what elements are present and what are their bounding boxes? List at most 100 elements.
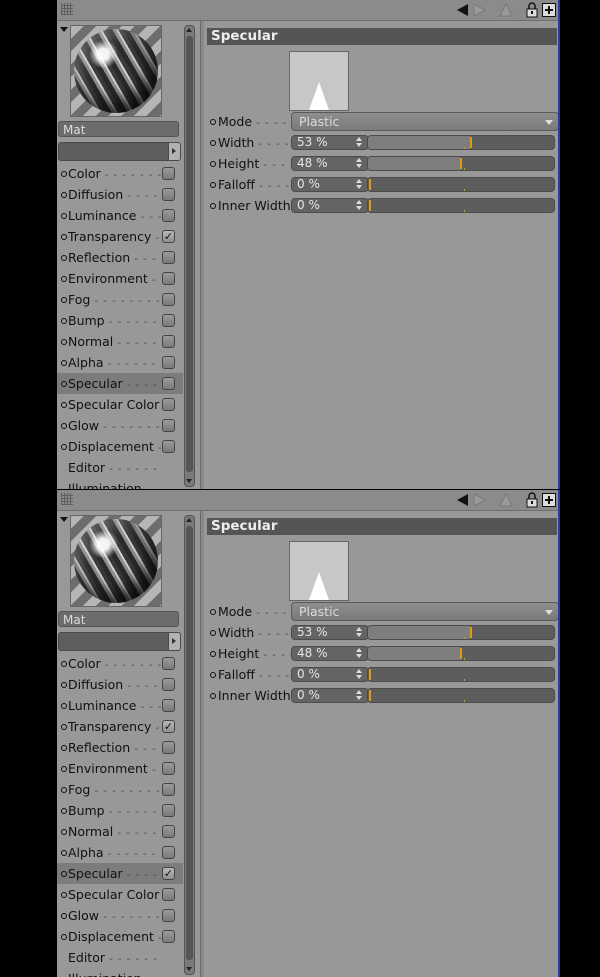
channel-checkbox[interactable] [162, 440, 175, 453]
channel-item-displacement[interactable]: Displacement - - - - - - - - - - - - - [57, 926, 183, 947]
param-slider[interactable] [367, 156, 555, 171]
channel-item-normal[interactable]: Normal - - - - - - - - - - - - - [57, 821, 183, 842]
channel-item-displacement[interactable]: Displacement - - - - - - - - - - - - - [57, 436, 183, 457]
param-slider[interactable] [367, 625, 555, 640]
param-slider[interactable] [367, 646, 555, 661]
scroll-thumb[interactable] [186, 36, 193, 472]
channel-item-diffusion[interactable]: Diffusion - - - - - - - - - - - - - [57, 674, 183, 695]
channel-checkbox[interactable] [162, 314, 175, 327]
param-slider[interactable] [367, 688, 555, 703]
channel-checkbox[interactable] [162, 167, 175, 180]
value-field[interactable]: 0 % [291, 667, 369, 682]
channel-item-specular-color[interactable]: Specular Color - - - - - - - - - - - - - [57, 394, 183, 415]
channel-checkbox[interactable] [162, 846, 175, 859]
material-preview[interactable] [70, 25, 162, 117]
channel-checkbox[interactable] [162, 930, 175, 943]
slider-marker[interactable] [460, 648, 462, 659]
channel-checkbox[interactable] [162, 293, 175, 306]
sidebar-scrollbar[interactable] [184, 515, 195, 975]
param-slider[interactable] [367, 135, 555, 150]
material-preview[interactable] [70, 515, 162, 607]
channel-item-transparency[interactable]: Transparency - - - - - - - - - - - - -✓ [57, 226, 183, 247]
channel-item-color[interactable]: Color - - - - - - - - - - - - - [57, 653, 183, 674]
channel-item-alpha[interactable]: Alpha - - - - - - - - - - - - - [57, 842, 183, 863]
material-dropdown[interactable] [58, 142, 170, 161]
channel-item-specular[interactable]: Specular - - - - - - - - - - - - - [57, 373, 183, 394]
channel-checkbox[interactable] [162, 825, 175, 838]
back-arrow-icon[interactable] [455, 2, 471, 18]
grip-icon[interactable] [61, 3, 73, 15]
scroll-up-icon[interactable] [186, 518, 192, 522]
mode-dropdown[interactable]: Plastic [291, 602, 559, 621]
stepper-arrows-icon[interactable] [356, 669, 362, 680]
channel-checkbox[interactable] [162, 188, 175, 201]
new-panel-icon[interactable] [541, 492, 557, 508]
channel-checkbox[interactable] [162, 762, 175, 775]
stepper-arrows-icon[interactable] [356, 648, 362, 659]
channel-item-reflection[interactable]: Reflection - - - - - - - - - - - - - [57, 247, 183, 268]
back-arrow-icon[interactable] [455, 492, 471, 508]
up-arrow-icon[interactable] [498, 492, 514, 508]
scroll-up-icon[interactable] [186, 28, 192, 32]
channel-checkbox[interactable] [162, 804, 175, 817]
channel-item-fog[interactable]: Fog - - - - - - - - - - - - - [57, 779, 183, 800]
slider-marker[interactable] [470, 137, 472, 148]
channel-item-transparency[interactable]: Transparency - - - - - - - - - - - - -✓ [57, 716, 183, 737]
value-field[interactable]: 0 % [291, 177, 369, 192]
channel-checkbox[interactable] [162, 888, 175, 901]
channel-item-illumination[interactable]: Illumination - - - - - - - - - - - - - [57, 968, 183, 977]
channel-checkbox[interactable] [162, 209, 175, 222]
up-arrow-icon[interactable] [498, 2, 514, 18]
channel-checkbox[interactable] [162, 741, 175, 754]
stepper-arrows-icon[interactable] [356, 158, 362, 169]
channel-item-specular[interactable]: Specular - - - - - - - - - - - - -✓ [57, 863, 183, 884]
value-field[interactable]: 48 % [291, 646, 369, 661]
channel-checkbox[interactable] [162, 657, 175, 670]
channel-item-luminance[interactable]: Luminance - - - - - - - - - - - - - [57, 205, 183, 226]
slider-marker[interactable] [460, 158, 462, 169]
channel-checkbox[interactable] [162, 909, 175, 922]
channel-checkbox[interactable] [162, 678, 175, 691]
channel-item-environment[interactable]: Environment - - - - - - - - - - - - - [57, 758, 183, 779]
channel-item-alpha[interactable]: Alpha - - - - - - - - - - - - - [57, 352, 183, 373]
material-dropdown-arrow-icon[interactable] [168, 142, 181, 161]
channel-item-glow[interactable]: Glow - - - - - - - - - - - - - [57, 905, 183, 926]
lock-icon[interactable] [524, 492, 540, 508]
material-dropdown-arrow-icon[interactable] [168, 632, 181, 651]
channel-checkbox[interactable]: ✓ [162, 867, 175, 880]
channel-item-color[interactable]: Color - - - - - - - - - - - - - [57, 163, 183, 184]
material-name-field[interactable]: Mat [58, 121, 179, 137]
pane-divider[interactable] [200, 511, 204, 977]
stepper-arrows-icon[interactable] [356, 137, 362, 148]
chevron-down-icon[interactable] [60, 27, 68, 32]
channel-item-luminance[interactable]: Luminance - - - - - - - - - - - - - [57, 695, 183, 716]
param-slider[interactable] [367, 198, 555, 213]
channel-item-bump[interactable]: Bump - - - - - - - - - - - - - [57, 800, 183, 821]
value-field[interactable]: 0 % [291, 198, 369, 213]
channel-checkbox[interactable] [162, 356, 175, 369]
material-name-field[interactable]: Mat [58, 611, 179, 627]
channel-checkbox[interactable] [162, 335, 175, 348]
channel-item-normal[interactable]: Normal - - - - - - - - - - - - - [57, 331, 183, 352]
channel-checkbox[interactable]: ✓ [162, 720, 175, 733]
channel-checkbox[interactable] [162, 419, 175, 432]
channel-item-reflection[interactable]: Reflection - - - - - - - - - - - - - [57, 737, 183, 758]
lock-icon[interactable] [524, 2, 540, 18]
stepper-arrows-icon[interactable] [356, 690, 362, 701]
channel-checkbox[interactable] [162, 783, 175, 796]
sidebar-scrollbar[interactable] [184, 25, 195, 487]
channel-checkbox[interactable] [162, 251, 175, 264]
slider-marker[interactable] [369, 179, 371, 190]
channel-item-glow[interactable]: Glow - - - - - - - - - - - - - [57, 415, 183, 436]
channel-item-editor[interactable]: Editor - - - - - - - - - - - - - [57, 947, 183, 968]
pane-divider[interactable] [200, 21, 204, 489]
slider-marker[interactable] [470, 627, 472, 638]
forward-arrow-icon[interactable] [471, 2, 487, 18]
slider-marker[interactable] [369, 200, 371, 211]
scroll-down-icon[interactable] [186, 967, 192, 971]
channel-item-illumination[interactable]: Illumination - - - - - - - - - - - - - [57, 478, 183, 489]
channel-checkbox[interactable] [162, 398, 175, 411]
mode-dropdown[interactable]: Plastic [291, 112, 559, 131]
scroll-down-icon[interactable] [186, 479, 192, 483]
param-slider[interactable] [367, 177, 555, 192]
